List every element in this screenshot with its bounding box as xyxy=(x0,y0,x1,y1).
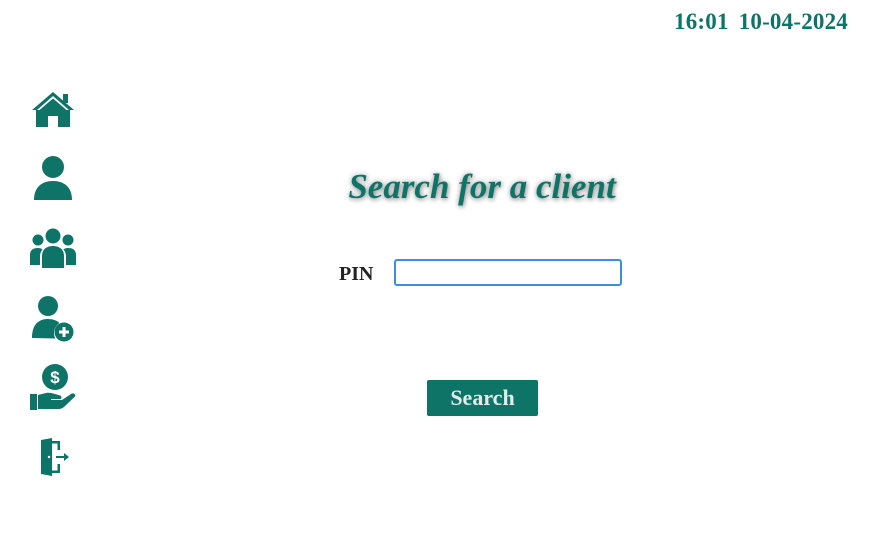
search-button[interactable]: Search xyxy=(427,380,538,416)
datetime-display: 16:01 10-04-2024 xyxy=(674,9,848,35)
home-icon xyxy=(32,92,74,127)
sidebar-item-clients[interactable] xyxy=(28,225,78,271)
current-time: 16:01 xyxy=(674,9,729,34)
current-date: 10-04-2024 xyxy=(738,9,848,34)
sidebar-item-logout[interactable] xyxy=(28,434,78,480)
add-user-icon xyxy=(32,296,74,342)
svg-text:$: $ xyxy=(50,368,60,387)
pin-input[interactable] xyxy=(394,259,622,286)
sidebar-item-home[interactable] xyxy=(28,86,78,132)
money-hand-icon: $ xyxy=(30,364,76,410)
pin-label: PIN xyxy=(339,263,374,285)
sidebar-item-payment[interactable]: $ xyxy=(28,364,78,410)
client-search-page: 16:01 10-04-2024 $ Search for a client P… xyxy=(0,0,877,541)
sidebar-item-add-client[interactable] xyxy=(28,295,78,342)
users-group-icon xyxy=(30,228,76,268)
page-title: Search for a client xyxy=(348,167,616,206)
logout-door-icon xyxy=(41,438,69,476)
